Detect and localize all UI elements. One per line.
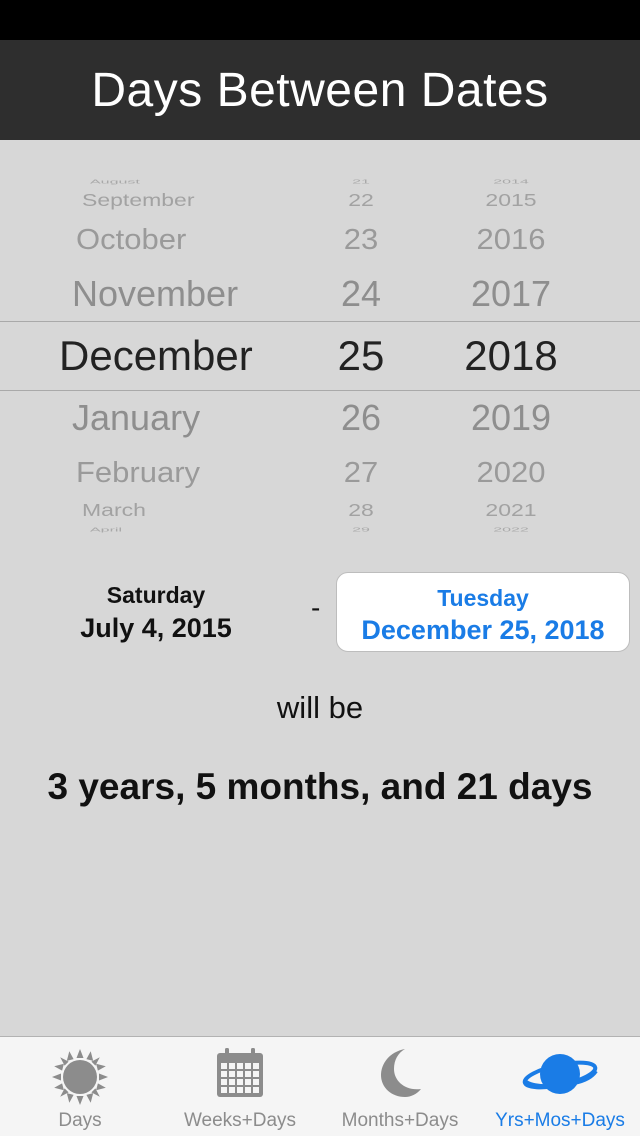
picker-month-selected[interactable]: December <box>40 335 300 377</box>
navigation-bar: Days Between Dates <box>0 40 640 140</box>
picker-year-option[interactable]: 2020 <box>436 458 586 487</box>
picker-year-option[interactable]: 2015 <box>436 192 586 209</box>
tab-yrs-mos-days-label: Yrs+Mos+Days <box>495 1110 625 1131</box>
picker-month-option[interactable]: September <box>40 192 300 209</box>
start-date-display[interactable]: Saturday July 4, 2015 <box>40 582 272 644</box>
end-date-weekday: Tuesday <box>437 585 529 611</box>
calendar-icon <box>215 1047 265 1104</box>
tab-months-days[interactable]: Months+Days <box>320 1037 480 1136</box>
end-date-button[interactable]: Tuesday December 25, 2018 <box>336 572 630 652</box>
picker-day-option[interactable]: 27 <box>316 458 406 487</box>
tab-weeks-days-label: Weeks+Days <box>183 1110 297 1131</box>
start-date-weekday: Saturday <box>106 582 206 608</box>
picker-day-option[interactable]: 21 <box>316 179 406 185</box>
picker-year-column[interactable]: 2014 2015 2016 2017 2018 2019 2020 2021 … <box>436 140 586 540</box>
picker-year-selected[interactable]: 2018 <box>436 335 586 377</box>
picker-day-option[interactable]: 23 <box>316 225 406 254</box>
tab-yrs-mos-days[interactable]: Yrs+Mos+Days <box>480 1037 640 1136</box>
picker-month-option[interactable]: January <box>40 400 300 436</box>
planet-icon <box>522 1047 598 1104</box>
sun-icon <box>50 1047 110 1112</box>
picker-year-option[interactable]: 2017 <box>436 276 586 312</box>
tab-weeks-days[interactable]: Weeks+Days <box>160 1037 320 1136</box>
status-bar <box>0 0 640 40</box>
tab-months-days-label: Months+Days <box>341 1110 459 1131</box>
picker-year-option[interactable]: 2019 <box>436 400 586 436</box>
end-date-text: December 25, 2018 <box>361 615 605 645</box>
connector-text: will be <box>276 690 364 725</box>
date-picker[interactable]: August September October November Decemb… <box>0 140 640 540</box>
page-title: Days Between Dates <box>91 63 549 117</box>
picker-day-selected[interactable]: 25 <box>316 335 406 377</box>
picker-year-option[interactable]: 2021 <box>436 502 586 519</box>
moon-icon <box>377 1047 423 1104</box>
picker-month-option[interactable]: February <box>40 458 300 487</box>
picker-month-option[interactable]: October <box>40 225 300 254</box>
picker-year-option[interactable]: 2022 <box>436 527 586 533</box>
picker-month-option[interactable]: November <box>40 276 300 312</box>
picker-day-option[interactable]: 29 <box>316 527 406 533</box>
picker-year-option[interactable]: 2016 <box>436 225 586 254</box>
picker-day-column[interactable]: 21 22 23 24 25 26 27 28 29 <box>316 140 406 540</box>
picker-day-option[interactable]: 28 <box>316 502 406 519</box>
tab-days[interactable]: Days <box>0 1037 160 1136</box>
picker-day-option[interactable]: 26 <box>316 400 406 436</box>
picker-month-option[interactable]: August <box>40 179 300 185</box>
picker-year-option[interactable]: 2014 <box>436 179 586 185</box>
picker-month-column[interactable]: August September October November Decemb… <box>40 140 300 540</box>
tab-days-label: Days <box>58 1110 102 1131</box>
picker-month-option[interactable]: March <box>40 502 300 519</box>
picker-day-option[interactable]: 24 <box>316 276 406 312</box>
picker-day-option[interactable]: 22 <box>316 192 406 209</box>
result-text: 3 years, 5 months, and 21 days <box>47 766 593 807</box>
tab-bar: Days Weeks+Days Months+Days Yrs+Mos+Days <box>0 1036 640 1136</box>
picker-month-option[interactable]: April <box>40 527 300 533</box>
start-date-text: July 4, 2015 <box>80 613 232 643</box>
date-separator: - <box>311 592 321 623</box>
